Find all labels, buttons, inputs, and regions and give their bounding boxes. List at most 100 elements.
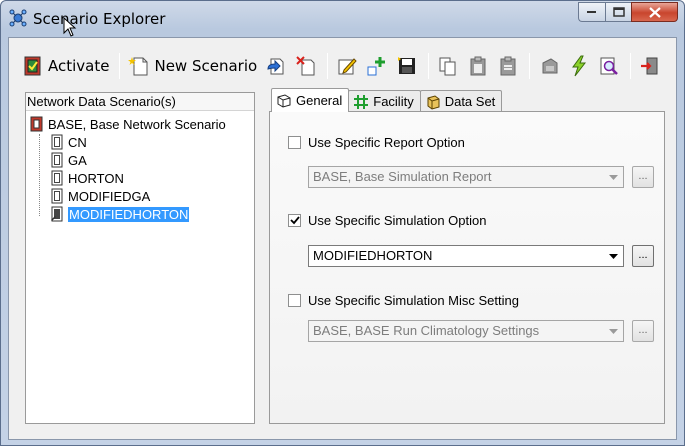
edit-icon [338,58,357,75]
close-button[interactable] [631,2,678,22]
copy-button[interactable] [434,51,462,81]
tree-item-modifiedhorton[interactable]: MODIFIEDHORTON [26,205,254,223]
tab-facility[interactable]: Facility [348,90,421,112]
report-option-checkbox[interactable] [288,136,301,149]
chevron-down-icon [604,168,622,186]
edit-button[interactable] [333,51,361,81]
tree-item-label: MODIFIEDGA [68,188,151,204]
scenario-explorer-window: Scenario Explorer Activate New Scenario … [0,0,685,446]
report-option-browse-button[interactable]: ... [632,166,654,188]
inspect-icon [600,57,619,75]
clone-icon [542,58,558,74]
misc-setting-label: Use Specific Simulation Misc Setting [308,293,519,308]
tree-item-ga[interactable]: GA [26,151,254,169]
paste-special-button[interactable] [494,51,522,81]
misc-setting-value: BASE, BASE Run Climatology Settings [313,323,540,338]
general-tab-icon [277,93,291,108]
activate-label: Activate [48,57,110,75]
minimize-button[interactable] [578,2,605,22]
run-button[interactable] [565,51,593,81]
scenario-icon [51,188,63,204]
add-child-button[interactable] [363,51,391,81]
tree-item-base[interactable]: BASE, Base Network Scenario [26,115,254,133]
delete-button[interactable] [292,51,320,81]
exit-icon [641,57,658,75]
tab-strip: General Facility Data Set [271,88,503,112]
tree-item-label: CN [68,134,87,150]
maximize-button[interactable] [605,2,631,22]
network-scenario-tree-panel: Network Data Scenario(s) BASE, Base Netw… [25,92,255,424]
mouse-cursor-icon [63,17,77,37]
tab-data-set[interactable]: Data Set [419,90,503,112]
new-scenario-label: New Scenario [154,57,258,75]
chevron-down-icon [604,322,622,340]
clone-button[interactable] [535,51,563,81]
tab-label: Facility [373,94,414,109]
tab-label: General [296,93,343,108]
report-option-row[interactable]: Use Specific Report Option [288,135,465,150]
general-tab-panel: Use Specific Report Option BASE, Base Si… [269,111,665,424]
facility-tab-icon [354,94,369,109]
paste-icon [470,56,486,76]
scenario-icon [51,152,63,168]
tree-item-label: GA [68,152,87,168]
close-icon [648,6,661,18]
toolbar: Activate New Scenario [19,47,666,85]
misc-setting-row[interactable]: Use Specific Simulation Misc Setting [288,293,519,308]
tree-item-modifiedga[interactable]: MODIFIEDGA [26,187,254,205]
import-button[interactable] [262,51,290,81]
delete-icon [296,56,315,76]
tree-item-label: BASE, Base Network Scenario [48,116,226,132]
toolbar-separator [327,53,329,79]
activate-icon [24,56,41,76]
tree-panel-header: Network Data Scenario(s) [26,93,254,111]
network-root-icon [30,116,43,132]
tree-item-label: HORTON [68,170,124,186]
tree-item-label-selected: MODIFIEDHORTON [68,206,190,222]
toolbar-separator [630,53,632,79]
paste-special-icon [500,56,516,76]
simulation-option-select[interactable]: MODIFIEDHORTON [308,245,624,267]
run-icon [572,55,587,77]
scenario-icon [51,170,63,186]
paste-button[interactable] [464,51,492,81]
report-option-label: Use Specific Report Option [308,135,465,150]
minimize-icon [587,11,596,13]
title-bar[interactable]: Scenario Explorer [1,1,684,37]
scenario-tree: BASE, Base Network Scenario CN GA HORTON… [26,111,254,223]
tree-item-cn[interactable]: CN [26,133,254,151]
save-button[interactable] [393,51,421,81]
exit-button[interactable] [636,51,664,81]
scenario-edit-icon [51,206,63,222]
misc-setting-browse-button[interactable]: ... [632,320,654,342]
toolbar-separator [119,53,121,79]
new-scenario-button[interactable]: New Scenario [125,51,260,81]
caption-buttons [578,2,678,22]
tree-item-horton[interactable]: HORTON [26,169,254,187]
simulation-option-row[interactable]: Use Specific Simulation Option [288,213,486,228]
inspect-button[interactable] [595,51,623,81]
chevron-down-icon [604,247,622,265]
toolbar-separator [529,53,531,79]
save-icon [398,57,416,74]
misc-setting-checkbox[interactable] [288,294,301,307]
maximize-icon [612,7,625,17]
simulation-option-checkbox[interactable] [288,214,301,227]
misc-setting-select[interactable]: BASE, BASE Run Climatology Settings [308,320,624,342]
client-area: Activate New Scenario Network Data Scena… [8,37,677,440]
checkmark-icon [289,216,300,225]
add-child-icon [367,57,386,76]
copy-icon [439,57,456,76]
simulation-option-browse-button[interactable]: ... [632,245,654,267]
import-icon [267,58,284,75]
data-set-tab-icon [427,94,440,110]
window-title: Scenario Explorer [33,10,166,28]
tab-general[interactable]: General [271,88,350,112]
new-scenario-icon [128,57,148,76]
network-explorer-icon [9,9,27,27]
report-option-select[interactable]: BASE, Base Simulation Report [308,166,624,188]
toolbar-separator [428,53,430,79]
tab-label: Data Set [444,94,496,109]
scenario-icon [51,134,63,150]
activate-button[interactable]: Activate [19,51,112,81]
